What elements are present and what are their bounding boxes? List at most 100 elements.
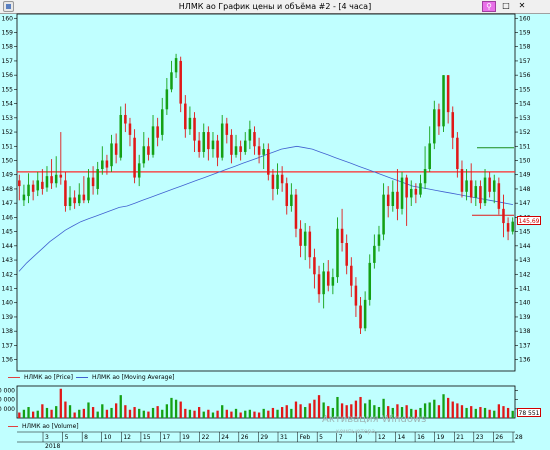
y-tick-label-left: 146 <box>2 214 14 221</box>
y-tick-label-left: 142 <box>2 271 14 278</box>
candle-body <box>188 117 192 130</box>
y-tick-label-left: 136 <box>2 357 14 364</box>
candle-body <box>73 197 76 204</box>
y-tick-label-left: 156 <box>2 72 14 79</box>
candle-body <box>386 194 390 207</box>
candle-body <box>419 183 422 195</box>
candle-body <box>497 183 501 209</box>
date-tick-label: 23 <box>476 434 484 441</box>
candle-body <box>156 126 159 138</box>
y-tick-label-right: 155 <box>519 86 531 93</box>
date-tick-label: 22 <box>202 434 210 441</box>
y-tick-label-left: 143 <box>2 257 14 264</box>
candle-body <box>96 169 99 189</box>
candle-body <box>446 75 450 113</box>
chart-window: НЛМК ао График цены и объёма #2 - [4 час… <box>0 0 550 450</box>
y-tick-label-left: 157 <box>2 58 14 65</box>
price-legend-label: НЛМК ао [Price] <box>24 374 73 381</box>
y-tick-label-left: 149 <box>2 172 14 179</box>
candle-body <box>322 271 325 295</box>
y-tick-label-left: 148 <box>2 186 14 193</box>
ma-legend-swatch <box>76 377 88 378</box>
y-tick-label-left: 139 <box>2 314 14 321</box>
last-volume-tag: 78 551 <box>517 408 541 417</box>
volume-legend-label: НЛМК ао [Volume] <box>22 423 79 430</box>
y-tick-label-left: 158 <box>2 44 14 51</box>
y-tick-label-right: 145 <box>519 229 531 236</box>
y-tick-label-left: 152 <box>2 129 14 136</box>
date-tick-label: 7 <box>339 434 343 441</box>
candle-body <box>142 146 146 164</box>
candle-body <box>290 194 293 207</box>
date-tick-label: 5 <box>319 434 323 441</box>
candle-body <box>465 180 468 192</box>
date-tick-label: 12 <box>378 434 386 441</box>
candle-body <box>105 160 109 168</box>
date-tick-label: 17 <box>163 434 171 441</box>
candle-body <box>474 186 478 198</box>
candle-body <box>147 146 150 155</box>
candle-body <box>234 146 238 155</box>
volume-plot-frame <box>16 385 516 419</box>
y-tick-label-right: 139 <box>519 314 531 321</box>
candle-body <box>128 123 132 135</box>
candle-body <box>257 146 261 155</box>
y-tick-label-right: 152 <box>519 129 531 136</box>
candle-body <box>428 143 431 170</box>
candle-body <box>230 134 233 155</box>
date-tick-label: 26 <box>241 434 249 441</box>
candle-body <box>225 123 229 135</box>
candle-body <box>511 221 514 232</box>
candle-body <box>110 143 113 167</box>
date-tick-label: 21 <box>456 434 464 441</box>
candle-body <box>243 140 247 152</box>
candle-body <box>133 137 136 178</box>
volume-legend-swatch <box>8 426 18 427</box>
windows-activation-watermark-sub: компьютера <box>336 428 376 435</box>
candle-body <box>280 174 284 184</box>
y-tick-label-right: 141 <box>519 286 531 293</box>
candle-body <box>170 72 173 90</box>
y-tick-label-right: 138 <box>519 328 531 335</box>
candle-body <box>437 109 441 127</box>
y-tick-label-right: 137 <box>519 342 531 349</box>
y-tick-label-right: 142 <box>519 271 531 278</box>
candle-body <box>137 163 141 178</box>
candle-body <box>345 242 348 266</box>
candle-body <box>211 140 215 150</box>
candle-body <box>317 274 321 295</box>
y-tick-label-left: 145 <box>2 229 14 236</box>
candle-body <box>303 231 307 246</box>
date-tick-label: 19 <box>182 434 190 441</box>
candle-body <box>456 137 459 170</box>
candle-body <box>27 184 30 197</box>
candle-body <box>331 277 335 286</box>
candle-body <box>506 223 510 232</box>
candle-body <box>193 117 196 141</box>
y-tick-label-right: 136 <box>519 357 531 364</box>
candle-body <box>350 265 353 286</box>
y-tick-label-left: 153 <box>2 115 14 122</box>
y-tick-label-left: 147 <box>2 200 14 207</box>
candle-body <box>442 75 445 127</box>
candle-body <box>179 60 182 104</box>
y-tick-label-right: 156 <box>519 72 531 79</box>
candle-body <box>114 143 118 155</box>
candle-body <box>253 132 256 147</box>
candle-body <box>285 183 289 207</box>
candle-body <box>326 271 330 286</box>
candle-body <box>382 194 385 235</box>
candle-body <box>165 89 169 110</box>
y-tick-label-right: 149 <box>519 172 531 179</box>
candle-body <box>354 285 358 306</box>
date-tick-label: 31 <box>280 434 288 441</box>
candle-body <box>433 109 436 144</box>
candle-body <box>460 169 464 192</box>
candle-body <box>202 132 206 152</box>
candle-body <box>363 299 367 329</box>
y-tick-label-left: 155 <box>2 86 14 93</box>
candle-body <box>119 114 123 158</box>
candle-body <box>308 231 312 258</box>
candle-body <box>91 177 95 187</box>
candle-body <box>262 149 265 155</box>
